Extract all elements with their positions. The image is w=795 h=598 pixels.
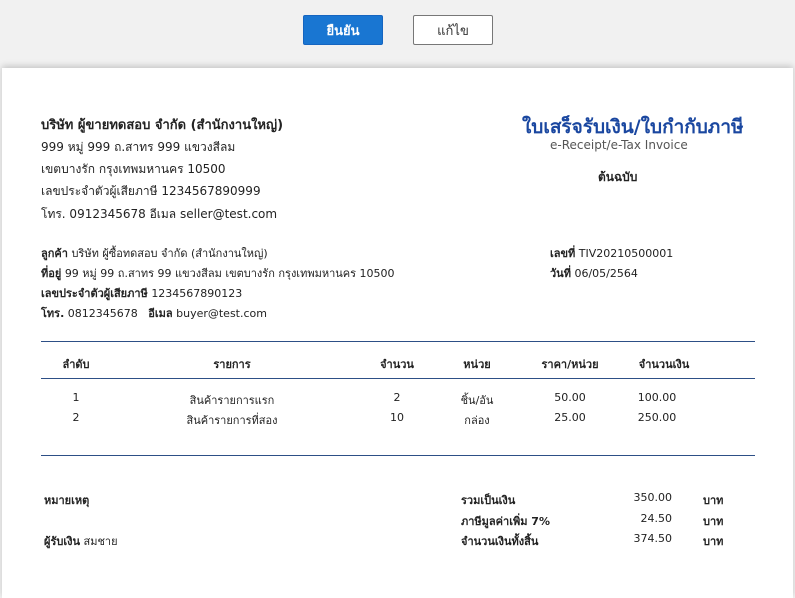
row-unit: กล่อง (464, 414, 490, 427)
receiver-line: ผู้รับเงิน สมชาย (44, 532, 118, 550)
remark-label: หมายเหตุ (44, 494, 90, 507)
buyer-phone: 0812345678 (67, 307, 138, 320)
subtotal-currency: บาท (703, 494, 724, 507)
document-subtitle: e-Receipt/e-Tax Invoice (550, 138, 688, 152)
vat-currency: บาท (703, 515, 724, 528)
total-currency: บาท (703, 535, 724, 548)
col-header-qty: จำนวน (380, 358, 414, 371)
buyer-phone-label: โทร. (41, 307, 65, 320)
seller-address-line1: 999 หมู่ 999 ถ.สาทร 999 แขวงสีลม (41, 140, 236, 154)
vat-value: 24.50 (640, 512, 673, 525)
customer-label: ลูกค้า (41, 247, 68, 260)
table-bottom-rule (41, 455, 755, 456)
action-bar: ยืนยัน แก้ไข (0, 0, 795, 66)
row-qty: 2 (393, 391, 401, 404)
buyer-tax-id: 1234567890123 (151, 287, 243, 300)
row-amount: 100.00 (637, 391, 677, 404)
copy-type-label: ต้นฉบับ (598, 170, 638, 184)
col-header-amount: จำนวนเงิน (638, 358, 690, 371)
table-top-rule (41, 341, 755, 342)
seller-address-line2: เขตบางรัก กรุงเทพมหานคร 10500 (41, 162, 226, 176)
col-header-unit-price: ราคา/หน่วย (541, 358, 599, 371)
document-date: 06/05/2564 (574, 267, 638, 280)
buyer-contact-line: โทร. 0812345678 อีเมล buyer@test.com (41, 304, 267, 322)
buyer-tax-line: เลขประจำตัวผู้เสียภาษี 1234567890123 (41, 284, 242, 302)
row-item: สินค้ารายการที่สอง (186, 414, 278, 427)
vat-label: ภาษีมูลค่าเพิ่ม 7% (461, 515, 550, 528)
row-unit-price: 50.00 (554, 391, 586, 404)
receiver-name: สมชาย (83, 535, 118, 548)
invoice-document: บริษัท ผู้ขายทดสอบ จำกัด (สำนักงานใหญ่) … (2, 68, 793, 598)
buyer-address: 99 หมู่ 99 ถ.สาทร 99 แขวงสีลม เขตบางรัก … (64, 267, 395, 280)
row-index: 2 (72, 411, 80, 424)
document-number: TIV20210500001 (578, 247, 674, 260)
edit-button[interactable]: แก้ไข (413, 15, 493, 45)
subtotal-label: รวมเป็นเงิน (461, 494, 516, 507)
row-unit: ชิ้น/อัน (460, 394, 494, 407)
total-label: จำนวนเงินทั้งสิ้น (461, 535, 539, 548)
seller-contact: โทร. 0912345678 อีเมล seller@test.com (41, 207, 278, 221)
buyer-address-line: ที่อยู่ 99 หมู่ 99 ถ.สาทร 99 แขวงสีลม เข… (41, 264, 395, 282)
row-item: สินค้ารายการแรก (189, 394, 275, 407)
receiver-label: ผู้รับเงิน (44, 535, 80, 548)
document-date-line: วันที่ 06/05/2564 (550, 264, 638, 282)
buyer-email: buyer@test.com (176, 307, 267, 320)
row-unit-price: 25.00 (554, 411, 586, 424)
document-number-line: เลขที่ TIV20210500001 (550, 244, 673, 262)
document-number-label: เลขที่ (550, 247, 576, 260)
buyer-tax-label: เลขประจำตัวผู้เสียภาษี (41, 287, 148, 300)
row-index: 1 (72, 391, 80, 404)
confirm-button[interactable]: ยืนยัน (303, 15, 383, 45)
seller-name: บริษัท ผู้ขายทดสอบ จำกัด (สำนักงานใหญ่) (41, 118, 284, 133)
col-header-index: ลำดับ (62, 358, 90, 371)
subtotal-value: 350.00 (633, 491, 673, 504)
buyer-customer-line: ลูกค้า บริษัท ผู้ซื้อทดสอบ จำกัด (สำนักง… (41, 244, 268, 262)
col-header-unit: หน่วย (463, 358, 491, 371)
document-date-label: วันที่ (550, 267, 571, 280)
table-header-rule (41, 378, 755, 379)
buyer-email-label: อีเมล (148, 307, 173, 320)
seller-tax-id: เลขประจำตัวผู้เสียภาษี 1234567890999 (41, 184, 261, 198)
customer-name: บริษัท ผู้ซื้อทดสอบ จำกัด (สำนักงานใหญ่) (71, 247, 268, 260)
address-label: ที่อยู่ (41, 267, 62, 280)
row-qty: 10 (390, 411, 404, 424)
total-value: 374.50 (633, 532, 673, 545)
col-header-item: รายการ (213, 358, 251, 371)
row-amount: 250.00 (637, 411, 677, 424)
